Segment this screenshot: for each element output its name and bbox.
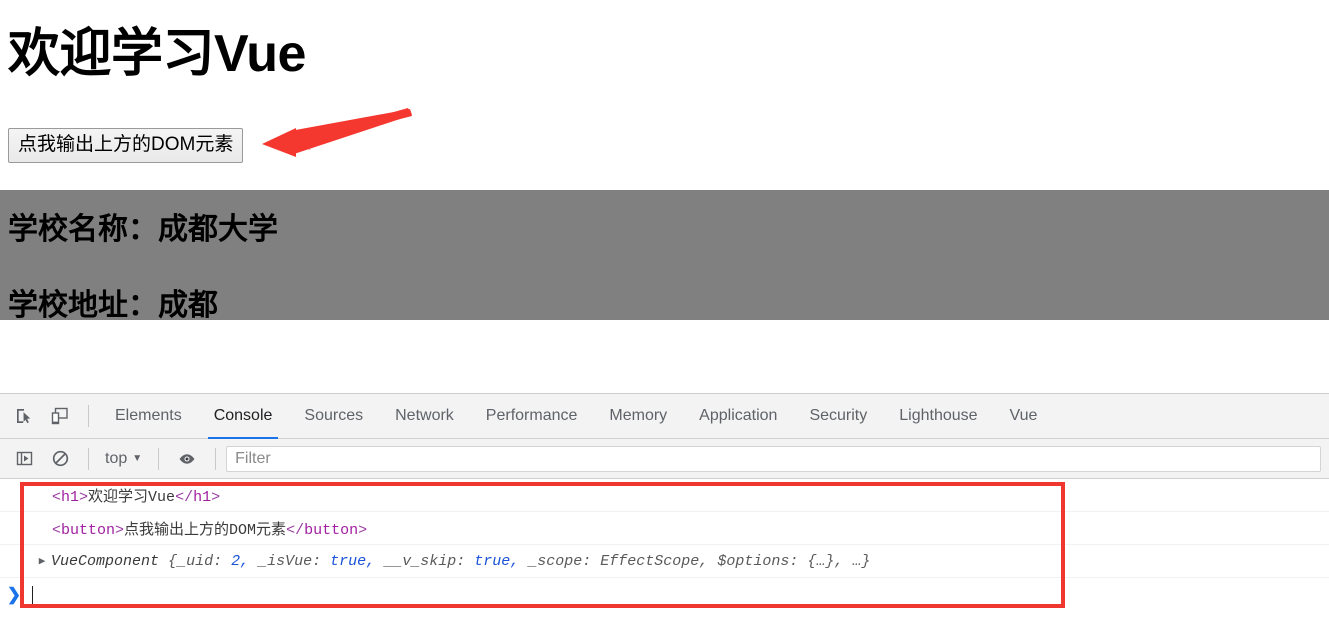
console-filter-input[interactable] xyxy=(226,445,1321,472)
toolbar-divider xyxy=(88,405,89,427)
prop-key-0: _uid: xyxy=(177,552,223,570)
device-toolbar-icon[interactable] xyxy=(42,398,78,434)
prop-value-4: {…}, xyxy=(807,552,844,570)
tab-lighthouse[interactable]: Lighthouse xyxy=(883,394,993,439)
tag-open-bracket: < xyxy=(52,521,62,539)
toolbar-divider-3 xyxy=(158,447,160,470)
tag-open-bracket: < xyxy=(52,488,62,506)
end-tag-close: > xyxy=(358,521,368,539)
tab-application[interactable]: Application xyxy=(683,394,793,439)
tag-name: h1 xyxy=(61,488,80,506)
toolbar-divider-2 xyxy=(88,447,89,470)
object-brace-open: { xyxy=(168,552,178,570)
log-message: <h1>欢迎学习Vue</h1> xyxy=(0,485,220,506)
web-page-viewport: 欢迎学习Vue 点我输出上方的DOM元素 学校名称：成都大学 学校地址：成都 xyxy=(0,0,1329,393)
tab-performance[interactable]: Performance xyxy=(470,394,594,439)
console-log-row-button[interactable]: <button>点我输出上方的DOM元素</button> xyxy=(0,512,1329,545)
tab-elements[interactable]: Elements xyxy=(99,394,198,439)
tab-vue[interactable]: Vue xyxy=(994,394,1054,439)
execution-context-label: top xyxy=(105,449,128,467)
tag-name: button xyxy=(61,521,116,539)
toolbar-divider-4 xyxy=(215,447,217,470)
devtools-panel: Elements Console Sources Network Perform… xyxy=(0,393,1329,627)
console-prompt-row[interactable]: ❯ xyxy=(0,578,1329,611)
annotation-arrow-icon xyxy=(262,108,412,157)
prop-value-3: EffectScope, xyxy=(600,552,709,570)
inspect-element-icon[interactable] xyxy=(6,398,42,434)
text-cursor xyxy=(32,585,33,604)
disclosure-triangle-icon[interactable]: ▶ xyxy=(36,554,48,568)
end-tag-open: </ xyxy=(286,521,305,539)
prop-key-3: _scope: xyxy=(528,552,592,570)
tab-console[interactable]: Console xyxy=(198,394,289,439)
end-tag-name: button xyxy=(304,521,359,539)
clear-console-icon[interactable] xyxy=(42,441,78,477)
live-expression-eye-icon[interactable] xyxy=(169,441,205,477)
tab-security[interactable]: Security xyxy=(793,394,883,439)
tab-memory[interactable]: Memory xyxy=(593,394,683,439)
tag-text-content: 欢迎学习Vue xyxy=(88,488,176,506)
prop-value-0: 2, xyxy=(231,552,250,570)
screenshot-root: 欢迎学习Vue 点我输出上方的DOM元素 学校名称：成都大学 学校地址：成都 E… xyxy=(0,0,1329,627)
prop-key-1: _isVue: xyxy=(258,552,322,570)
prop-key-2: __v_skip: xyxy=(384,552,466,570)
execution-context-select[interactable]: top ▼ xyxy=(99,450,148,468)
console-log-area[interactable]: <h1>欢迎学习Vue</h1> <button>点我输出上方的DOM元素</b… xyxy=(0,479,1329,627)
log-message: <button>点我输出上方的DOM元素</button> xyxy=(0,518,367,539)
tag-close-bracket: > xyxy=(115,521,125,539)
end-tag-close: > xyxy=(211,488,221,506)
devtools-tab-list: Elements Console Sources Network Perform… xyxy=(99,394,1053,439)
output-dom-button[interactable]: 点我输出上方的DOM元素 xyxy=(8,128,244,163)
object-constructor-name: VueComponent xyxy=(51,552,160,570)
tab-sources[interactable]: Sources xyxy=(288,394,379,439)
object-brace-close: } xyxy=(861,552,871,570)
school-name-text: 学校名称：成都大学 xyxy=(8,213,278,246)
console-log-row-h1[interactable]: <h1>欢迎学习Vue</h1> xyxy=(0,479,1329,512)
console-toolbar: top ▼ xyxy=(0,439,1329,479)
devtools-tabbar: Elements Console Sources Network Perform… xyxy=(0,394,1329,439)
prop-value-1: true, xyxy=(330,552,376,570)
log-message: ▶ VueComponent {_uid: 2, _isVue: true, __… xyxy=(0,552,871,570)
console-log-row-object[interactable]: ▶ VueComponent {_uid: 2, _isVue: true, __… xyxy=(0,545,1329,578)
end-tag-open: </ xyxy=(175,488,194,506)
console-sidebar-icon[interactable] xyxy=(6,441,42,477)
prop-key-4: $options: xyxy=(717,552,799,570)
school-address-text: 学校地址：成都 xyxy=(8,289,218,322)
end-tag-name: h1 xyxy=(193,488,212,506)
prompt-arrow-icon: ❯ xyxy=(6,584,22,604)
tag-close-bracket: > xyxy=(79,488,89,506)
tag-text-content: 点我输出上方的DOM元素 xyxy=(124,521,287,539)
tab-network[interactable]: Network xyxy=(379,394,470,439)
school-info-block: 学校名称：成都大学 学校地址：成都 xyxy=(0,190,1329,322)
prop-value-2: true, xyxy=(474,552,520,570)
chevron-down-icon: ▼ xyxy=(132,452,143,464)
page-title: 欢迎学习Vue xyxy=(8,25,306,83)
